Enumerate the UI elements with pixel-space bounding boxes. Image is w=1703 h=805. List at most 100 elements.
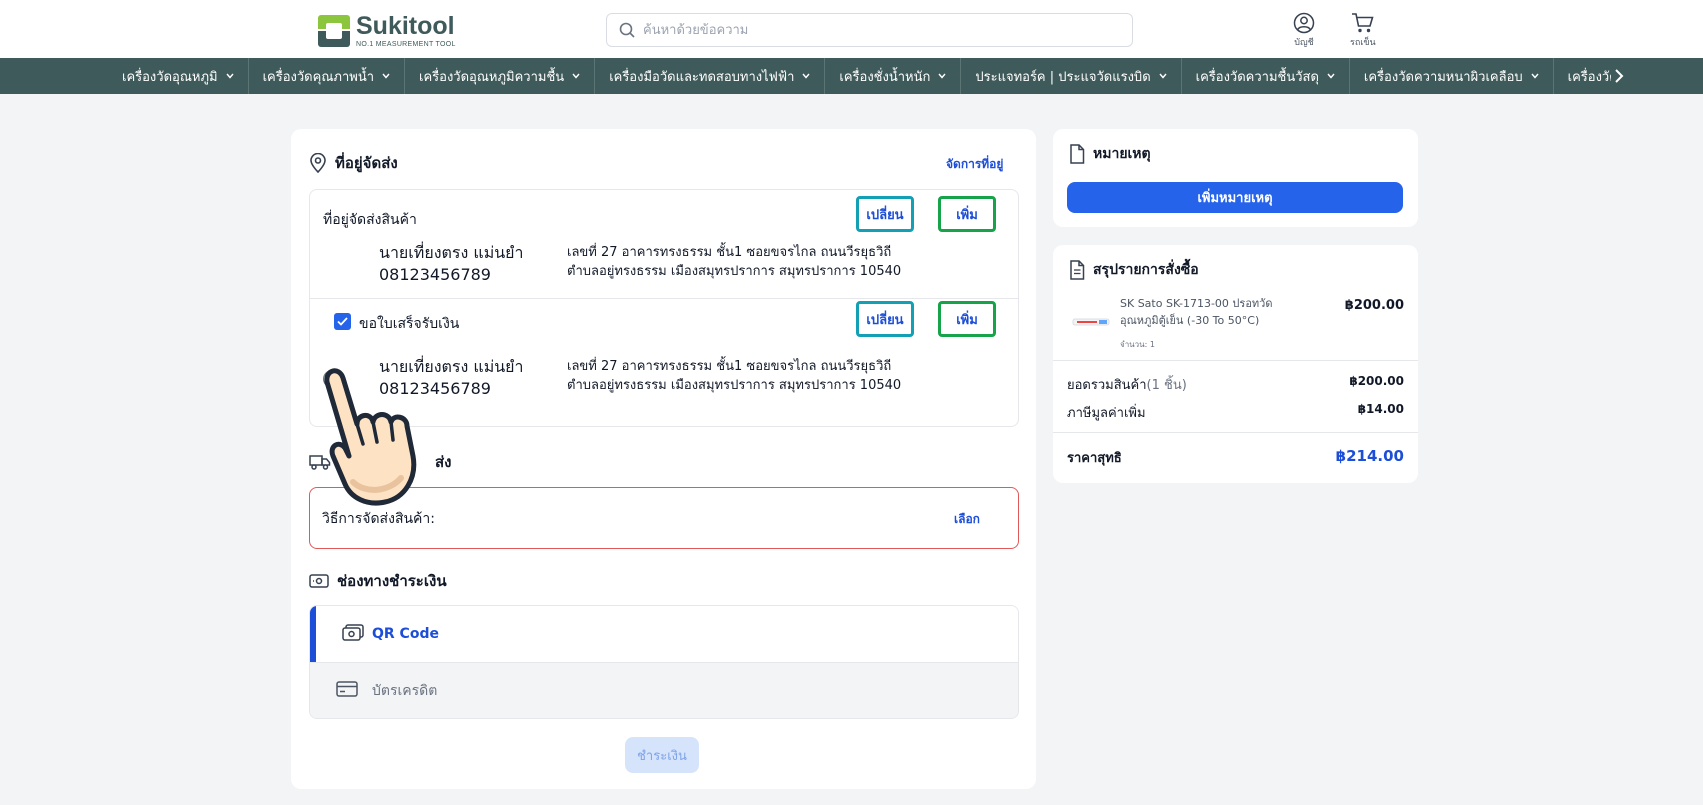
nav-item-7[interactable]: เครื่องวัดความหนาผิวเคลือบ — [1350, 58, 1554, 94]
nav-item-0[interactable]: เครื่องวัดอุณหภูมิ — [108, 58, 249, 94]
order-summary-heading: สรุปรายการสั่งซื้อ — [1069, 259, 1199, 281]
thermometer-product-icon — [1072, 318, 1110, 326]
chevron-down-icon — [802, 73, 810, 79]
hand-pointer-icon — [324, 368, 417, 506]
add-receipt-address-button[interactable]: เพิ่ม — [938, 301, 996, 337]
receipt-checkbox[interactable] — [334, 313, 351, 330]
divider — [1053, 360, 1418, 361]
vat-value: ฿14.00 — [1357, 402, 1404, 416]
chevron-down-icon — [1159, 73, 1167, 79]
product-quantity: จำนวน: 1 — [1120, 340, 1155, 349]
shipping-address-title: ที่อยู่จัดส่ง — [335, 154, 398, 172]
logo-name: Sukitool — [356, 12, 455, 40]
chevron-down-icon — [572, 73, 580, 79]
nav-item-8[interactable]: เครื่องวัดแสง — [1554, 58, 1611, 94]
total-value: ฿214.00 — [1335, 447, 1404, 465]
nav-item-label: เครื่องวัดความหนาผิวเคลือบ — [1363, 69, 1523, 85]
order-summary-card: สรุปรายการสั่งซื้อ SK Sato SK-1713-00 ปร… — [1053, 245, 1418, 483]
select-shipping-link[interactable]: เลือก — [954, 510, 980, 529]
site-header: Sukitool NO.1 MEASUREMENT TOOL บัญชี รถเ… — [0, 0, 1703, 58]
delivery-address-line1: เลขที่ 27 อาคารทรงธรรม ชั้น1 ซอยขจรไกล ถ… — [567, 245, 892, 260]
subtotal-row: ยอดรวมสินค้า(1 ชิ้น) ฿200.00 — [1067, 374, 1404, 395]
location-pin-icon — [310, 153, 326, 173]
search-input[interactable] — [643, 22, 1123, 38]
vat-row: ภาษีมูลค่าเพิ่ม ฿14.00 — [1067, 402, 1404, 423]
total-label: ราคาสุทธิ — [1067, 451, 1122, 466]
checkmark-icon — [337, 317, 348, 326]
cash-icon — [309, 574, 329, 588]
payment-title: ช่องทางชำระเงิน — [337, 572, 447, 590]
delivery-address-line2: ตำบลอยู่ทรงธรรม เมืองสมุทรปราการ สมุทรปร… — [567, 264, 902, 279]
document-icon — [1070, 144, 1085, 164]
chevron-down-icon — [1327, 73, 1335, 79]
chevron-down-icon — [226, 73, 234, 79]
change-delivery-address-button[interactable]: เปลี่ยน — [856, 196, 914, 232]
shipping-method-title: ส่ง — [435, 453, 452, 471]
payment-option-qr-label: QR Code — [372, 626, 439, 642]
payment-option-credit-card[interactable]: บัตรเครดิต — [310, 662, 1018, 718]
nav-item-5[interactable]: ประแจทอร์ค | ประแจวัดแรงบิด — [961, 58, 1182, 94]
total-row: ราคาสุทธิ ฿214.00 — [1067, 447, 1404, 468]
note-card: หมายเหตุ เพิ่มหมายเหตุ — [1053, 129, 1418, 227]
subtotal-count: (1 ชิ้น) — [1146, 378, 1187, 393]
delivery-phone: 08123456789 — [379, 265, 491, 284]
vat-label: ภาษีมูลค่าเพิ่ม — [1067, 406, 1146, 421]
shipping-method-label: วิธีการจัดส่งสินค้า: — [322, 511, 435, 527]
manage-address-link[interactable]: จัดการที่อยู่ — [946, 155, 1003, 174]
note-title: หมายเหตุ — [1093, 146, 1151, 162]
search-icon — [619, 22, 635, 38]
nav-item-1[interactable]: เครื่องวัดคุณภาพน้ำ — [249, 58, 406, 94]
chevron-down-icon — [938, 73, 946, 79]
pay-button[interactable]: ชำระเงิน — [625, 737, 699, 773]
cart-button[interactable]: รถเข็น — [1350, 12, 1376, 49]
payment-option-credit-card-label: บัตรเครดิต — [372, 682, 438, 699]
category-nav: เครื่องวัดอุณหภูมิ เครื่องวัดคุณภาพน้ำ เคร… — [0, 58, 1703, 94]
nav-item-6[interactable]: เครื่องวัดความชื้นวัสดุ — [1182, 58, 1350, 94]
logo-mark-icon — [318, 15, 350, 47]
nav-item-label: เครื่องชั่งน้ำหนัก — [839, 69, 931, 85]
search-bar[interactable] — [606, 13, 1133, 47]
qr-payment-icon — [342, 624, 364, 641]
nav-item-label: เครื่องวัดคุณภาพน้ำ — [262, 69, 375, 85]
receipt-address-line2: ตำบลอยู่ทรงธรรม เมืองสมุทรปราการ สมุทรปร… — [567, 378, 902, 393]
logo-tagline: NO.1 MEASUREMENT TOOL — [356, 41, 456, 48]
nav-item-label: ประแจทอร์ค | ประแจวัดแรงบิด — [975, 69, 1151, 85]
credit-card-icon — [336, 681, 358, 697]
chevron-right-icon — [1615, 69, 1624, 83]
delivery-name: นายเที่ยงตรง แม่นยำ — [379, 243, 524, 262]
note-heading: หมายเหตุ — [1069, 143, 1151, 165]
chevron-down-icon — [1531, 73, 1539, 79]
nav-item-4[interactable]: เครื่องชั่งน้ำหนัก — [825, 58, 962, 94]
delivery-address-label: ที่อยู่จัดส่งสินค้า — [323, 212, 417, 228]
change-receipt-address-button[interactable]: เปลี่ยน — [856, 301, 914, 337]
nav-next-button[interactable] — [1606, 58, 1632, 94]
order-summary-title: สรุปรายการสั่งซื้อ — [1093, 262, 1199, 278]
nav-item-3[interactable]: เครื่องมือวัดและทดสอบทางไฟฟ้า — [595, 58, 826, 94]
cart-label: รถเข็น — [1350, 38, 1376, 48]
product-price: ฿200.00 — [1344, 298, 1404, 313]
add-note-button[interactable]: เพิ่มหมายเหตุ — [1067, 182, 1403, 213]
nav-item-label: เครื่องมือวัดและทดสอบทางไฟฟ้า — [609, 69, 795, 85]
product-thumbnail — [1069, 305, 1113, 339]
account-label: บัญชี — [1294, 38, 1314, 48]
cart-icon — [1351, 13, 1374, 33]
payment-heading: ช่องทางชำระเงิน — [309, 569, 447, 593]
nav-item-2[interactable]: เครื่องวัดอุณหภูมิความชื้น — [405, 58, 596, 94]
product-name: SK Sato SK-1713-00 ปรอทวัดอุณหภูมิตู้เย็… — [1120, 297, 1273, 327]
divider — [1053, 432, 1418, 433]
shipping-address-heading: ที่อยู่จัดส่ง — [309, 151, 398, 175]
divider — [310, 298, 1018, 299]
receipt-document-icon — [1070, 260, 1085, 280]
add-delivery-address-button[interactable]: เพิ่ม — [938, 196, 996, 232]
payment-option-qr[interactable]: QR Code — [310, 606, 1018, 662]
chevron-down-icon — [382, 73, 390, 79]
account-button[interactable]: บัญชี — [1293, 12, 1315, 49]
subtotal-value: ฿200.00 — [1349, 374, 1404, 388]
subtotal-label: ยอดรวมสินค้า — [1067, 378, 1147, 393]
nav-item-label: เครื่องวัดอุณหภูมิความชื้น — [419, 69, 565, 85]
nav-item-label: เครื่องวัดความชื้นวัสดุ — [1195, 69, 1319, 85]
receipt-label: ขอใบเสร็จรับเงิน — [359, 316, 460, 332]
site-logo[interactable]: Sukitool NO.1 MEASUREMENT TOOL — [318, 14, 456, 48]
receipt-address-line1: เลขที่ 27 อาคารทรงธรรม ชั้น1 ซอยขจรไกล ถ… — [567, 359, 892, 374]
user-icon — [1293, 12, 1315, 34]
